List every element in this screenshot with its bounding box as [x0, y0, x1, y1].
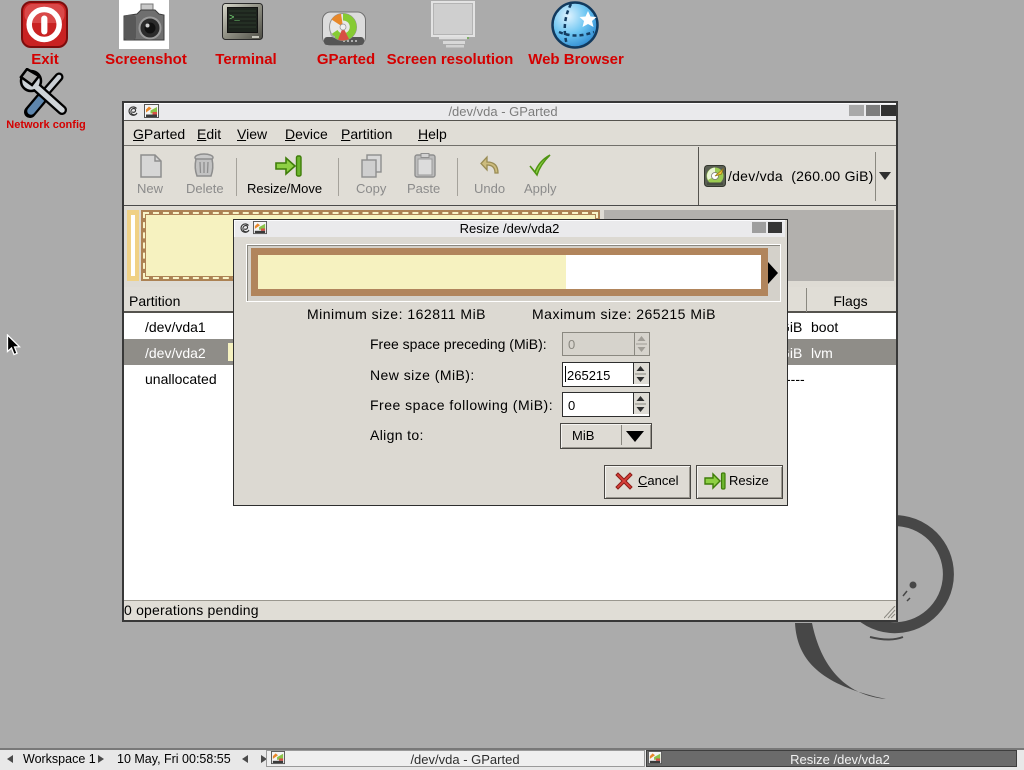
svg-text:>_: >_ — [229, 13, 240, 23]
